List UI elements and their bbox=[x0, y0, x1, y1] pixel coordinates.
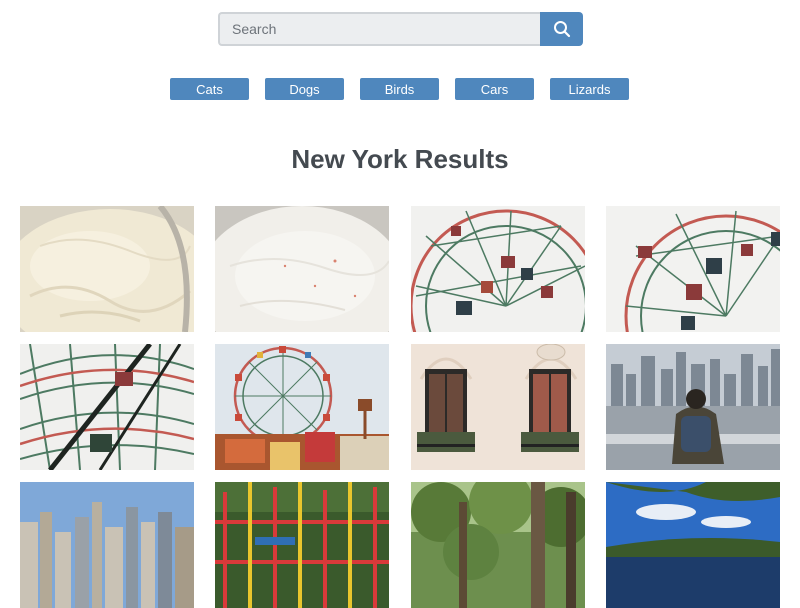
results-grid bbox=[20, 206, 780, 608]
category-cars-button[interactable]: Cars bbox=[455, 78, 534, 100]
result-image[interactable] bbox=[605, 344, 780, 470]
result-image[interactable] bbox=[20, 482, 194, 608]
category-cats-button[interactable]: Cats bbox=[170, 78, 249, 100]
search-input[interactable] bbox=[218, 12, 540, 46]
search-button[interactable] bbox=[540, 12, 583, 46]
result-image[interactable] bbox=[410, 344, 585, 470]
result-image[interactable] bbox=[605, 206, 780, 332]
result-image[interactable] bbox=[20, 344, 194, 470]
result-image[interactable] bbox=[410, 206, 585, 332]
result-image[interactable] bbox=[215, 344, 390, 470]
search-bar bbox=[218, 12, 583, 46]
category-birds-button[interactable]: Birds bbox=[360, 78, 439, 100]
results-title: New York Results bbox=[291, 144, 509, 174]
category-dogs-button[interactable]: Dogs bbox=[265, 78, 344, 100]
result-image[interactable] bbox=[215, 482, 390, 608]
category-lizards-button[interactable]: Lizards bbox=[550, 78, 629, 100]
result-image[interactable] bbox=[605, 482, 780, 608]
result-image[interactable] bbox=[215, 206, 390, 332]
result-image[interactable] bbox=[410, 482, 585, 608]
category-buttons: Cats Dogs Birds Cars Lizards bbox=[170, 78, 629, 100]
result-image[interactable] bbox=[20, 206, 194, 332]
search-icon bbox=[553, 21, 570, 38]
